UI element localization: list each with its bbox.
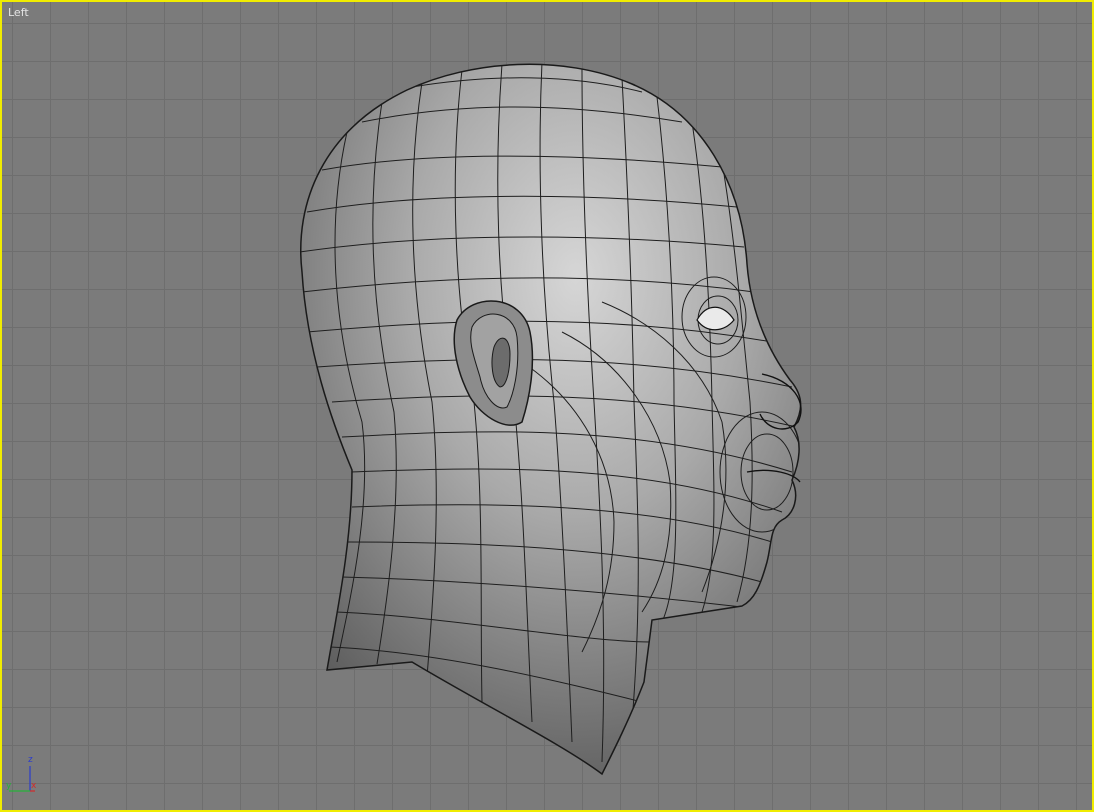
- axis-x-label: x: [31, 781, 37, 791]
- axis-z-label: z: [28, 755, 33, 765]
- head-mesh[interactable]: [2, 2, 1094, 812]
- axis-y-label: y: [6, 781, 12, 791]
- viewport-left[interactable]: Left z y x: [0, 0, 1094, 812]
- axis-gizmo: z y x: [6, 754, 46, 799]
